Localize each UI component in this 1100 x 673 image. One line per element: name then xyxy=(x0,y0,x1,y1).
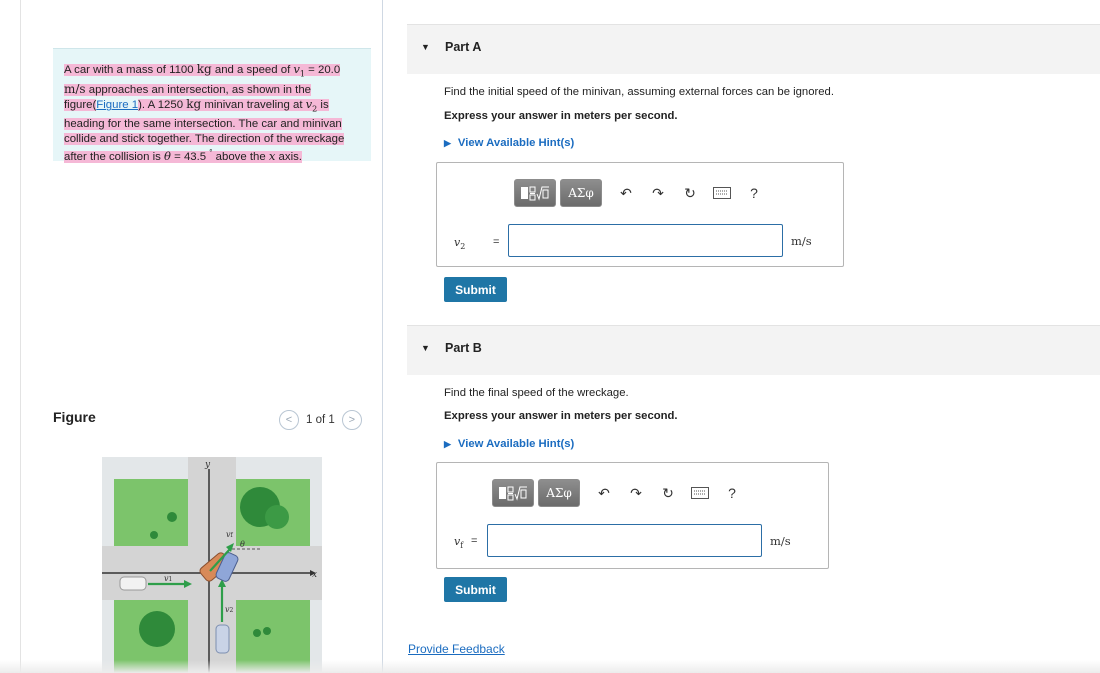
problem-text: = 20.0 xyxy=(305,64,341,76)
bush-icon xyxy=(253,629,261,637)
part-a-hint-link[interactable]: ▶ View Available Hint(s) xyxy=(444,137,574,149)
problem-text: above the xyxy=(212,151,269,164)
next-figure-button[interactable]: > xyxy=(341,410,362,430)
hint-label: View Available Hint(s) xyxy=(457,438,575,450)
problem-text: = 43.5 xyxy=(170,151,210,164)
part-a-unit: m/s xyxy=(791,234,812,248)
tree-icon xyxy=(139,611,175,647)
part-b-toolbar: ΑΣφ ↶ ↷ ↻ ? xyxy=(492,479,744,507)
template-icon xyxy=(521,186,549,201)
part-b-instruction: Express your answer in meters per second… xyxy=(444,410,678,422)
collapse-icon[interactable]: ▼ xyxy=(421,42,430,52)
bottom-shadow xyxy=(0,660,1100,673)
prev-figure-button[interactable]: < xyxy=(279,410,299,430)
symbol-theta: θ xyxy=(164,149,171,164)
reset-icon[interactable]: ↻ xyxy=(656,483,680,503)
left-rule xyxy=(20,0,21,673)
panel-divider xyxy=(382,0,383,673)
expand-arrow-icon: ▶ xyxy=(444,138,451,148)
part-a-answer-box: ΑΣφ ↶ ↷ ↻ ? v2 = m/s xyxy=(436,162,844,267)
part-b-hint-link[interactable]: ▶ View Available Hint(s) xyxy=(444,438,574,450)
theta-label: θ xyxy=(240,540,245,549)
part-a-question: Find the initial speed of the minivan, a… xyxy=(444,86,834,98)
equals-sign: = xyxy=(493,236,500,248)
bush-icon xyxy=(263,627,271,635)
undo-icon[interactable]: ↶ xyxy=(614,183,638,203)
y-axis-label: y xyxy=(204,460,211,470)
reset-icon[interactable]: ↻ xyxy=(678,183,702,203)
part-b-answer-box: ΑΣφ ↶ ↷ ↻ ? vf = m/s xyxy=(436,462,829,569)
unit-kg: kg xyxy=(186,97,202,112)
car-icon xyxy=(119,576,147,591)
greek-symbols-button[interactable]: ΑΣφ xyxy=(560,179,602,207)
part-b-variable: vf xyxy=(454,535,463,550)
part-a-submit-button[interactable]: Submit xyxy=(444,277,507,302)
part-a-variable: v2 xyxy=(454,236,465,251)
template-icon xyxy=(499,486,527,501)
problem-text: minivan traveling at xyxy=(201,99,306,112)
variable-subscript: f xyxy=(460,541,464,551)
hint-label: View Available Hint(s) xyxy=(457,137,575,149)
problem-statement: A car with a mass of 1100 kg and a speed… xyxy=(53,48,371,164)
figure-title: Figure xyxy=(53,409,96,425)
bush-icon xyxy=(167,512,177,522)
part-b-answer-input[interactable] xyxy=(487,524,762,557)
problem-text: ). A 1250 xyxy=(138,99,187,112)
v1-label: v1 xyxy=(164,574,172,583)
part-b-question: Find the final speed of the wreckage. xyxy=(444,387,629,399)
part-b-unit: m/s xyxy=(770,534,791,548)
problem-text: and a speed of xyxy=(211,64,294,76)
part-a-title: Part A xyxy=(445,40,482,54)
vf-label: vf xyxy=(226,530,234,539)
problem-text: A car with a mass of 1100 xyxy=(64,64,197,76)
part-b-submit-button[interactable]: Submit xyxy=(444,577,507,602)
bush-icon xyxy=(150,531,158,539)
intersection-diagram: y x v1 v2 vf θ xyxy=(102,457,322,673)
problem-text: axis. xyxy=(275,151,302,164)
provide-feedback-link[interactable]: Provide Feedback xyxy=(408,642,505,656)
pager-count: 1 of 1 xyxy=(306,414,335,426)
figure-pager: < 1 of 1 > xyxy=(279,410,362,430)
v2-label: v2 xyxy=(225,605,234,614)
unit-ms: m/s xyxy=(64,81,86,96)
part-b-header[interactable]: ▼ Part B xyxy=(407,325,1100,375)
template-button[interactable] xyxy=(514,179,556,207)
figure-link[interactable]: Figure 1 xyxy=(96,99,138,111)
part-a-toolbar: ΑΣφ ↶ ↷ ↻ ? xyxy=(514,179,766,207)
part-a-answer-input[interactable] xyxy=(508,224,783,257)
undo-icon[interactable]: ↶ xyxy=(592,483,616,503)
part-a-instruction: Express your answer in meters per second… xyxy=(444,110,678,122)
help-button[interactable]: ? xyxy=(742,183,766,203)
template-button[interactable] xyxy=(492,479,534,507)
x-axis-label: x xyxy=(312,570,317,580)
part-a-header[interactable]: ▼ Part A xyxy=(407,24,1100,74)
part-b-title: Part B xyxy=(445,341,482,355)
keyboard-icon[interactable] xyxy=(688,483,712,503)
greek-symbols-button[interactable]: ΑΣφ xyxy=(538,479,580,507)
collapse-icon[interactable]: ▼ xyxy=(421,343,430,353)
minivan-icon xyxy=(215,624,230,654)
tree-icon xyxy=(265,505,289,529)
equals-sign: = xyxy=(471,535,478,547)
keyboard-icon[interactable] xyxy=(710,183,734,203)
unit-kg: kg xyxy=(196,62,212,76)
expand-arrow-icon: ▶ xyxy=(444,439,451,449)
redo-icon[interactable]: ↷ xyxy=(624,483,648,503)
help-button[interactable]: ? xyxy=(720,483,744,503)
variable-subscript: 2 xyxy=(460,242,466,252)
figure-image[interactable]: y x v1 v2 vf θ xyxy=(102,457,322,673)
redo-icon[interactable]: ↷ xyxy=(646,183,670,203)
